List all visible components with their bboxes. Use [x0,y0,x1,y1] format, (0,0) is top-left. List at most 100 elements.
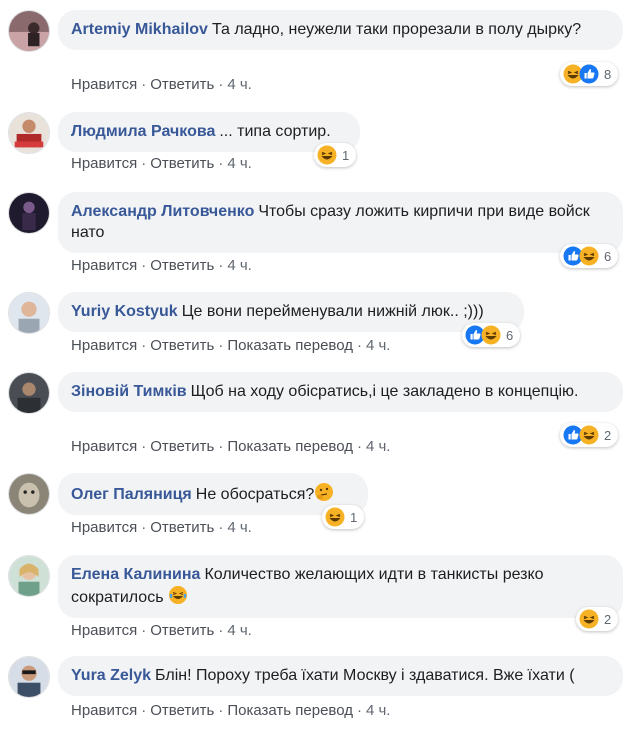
translate-link[interactable]: Показать перевод [227,702,353,719]
like-link[interactable]: Нравится [71,702,137,719]
comment-bubble: Artemiy Mikhailov Та ладно, неужели таки … [58,10,623,50]
reaction-count: 2 [604,427,612,443]
like-icon [579,64,599,84]
separator: · [356,702,362,719]
separator: · [218,337,224,354]
like-link[interactable]: Нравится [71,622,137,639]
reply-link[interactable]: Ответить [150,702,214,719]
separator: · [141,76,147,93]
reactions-summary[interactable]: 6 [560,244,619,268]
reply-link[interactable]: Ответить [150,438,214,455]
separator: · [141,438,147,455]
avatar[interactable] [8,372,50,414]
comment-text: Блін! Пороху треба їхати Москву і здават… [155,667,575,684]
author-name[interactable]: Александр Литовченко [71,203,254,220]
haha-icon [325,507,345,527]
reaction-count: 8 [604,66,612,82]
author-name[interactable]: Artemiy Mikhailov [71,21,208,38]
timestamp[interactable]: 4 ч. [227,622,252,639]
timestamp[interactable]: 4 ч. [366,702,391,719]
comment-text: Не обосраться? [195,486,315,503]
separator: · [218,519,224,536]
separator: · [218,622,224,639]
timestamp[interactable]: 4 ч. [366,337,391,354]
avatar[interactable] [8,10,50,52]
author-name[interactable]: Елена Калинина [71,566,200,583]
author-name[interactable]: Олег Паляниця [71,486,192,503]
avatar[interactable] [8,656,50,698]
reactions-summary[interactable]: 6 [462,323,521,347]
reactions-summary[interactable]: 1 [314,143,357,167]
reply-link[interactable]: Ответить [150,337,214,354]
thinking-emoji [315,483,334,501]
reply-link[interactable]: Ответить [150,76,214,93]
haha-icon [579,246,599,266]
reactions-summary[interactable]: 2 [560,423,619,447]
author-name[interactable]: Yura Zelyk [71,667,151,684]
reactions-summary[interactable]: 2 [576,607,619,631]
translate-link[interactable]: Показать перевод [227,337,353,354]
separator: · [218,257,224,274]
separator: · [218,702,224,719]
separator: · [218,155,224,172]
separator: · [141,257,147,274]
comment-actions: Нравится · Ответить · Показать перевод · 4 ч. [71,337,390,355]
avatar[interactable] [8,192,50,234]
author-name[interactable]: Yuriy Kostyuk [71,303,178,320]
author-name[interactable]: Людмила Рачкова [71,123,215,140]
comment-text: ... типа сортир. [219,123,331,140]
comment-bubble: Yuriy Kostyuk Це вони перейменували нижні… [58,292,524,332]
comment-bubble: Yura Zelyk Блін! Пороху треба їхати Москв… [58,656,623,696]
like-link[interactable]: Нравится [71,519,137,536]
reactions-summary[interactable]: 8 [560,62,619,86]
comment-actions: Нравится · Ответить · 4 ч. [71,155,252,173]
avatar[interactable] [8,292,50,334]
like-link[interactable]: Нравится [71,257,137,274]
separator: · [356,438,362,455]
reaction-count: 6 [506,327,514,343]
timestamp[interactable]: 4 ч. [227,257,252,274]
author-name[interactable]: Зіновій Тимків [71,383,187,400]
comment-text: Щоб на ходу обісратись,і це закладено в … [190,383,579,400]
timestamp[interactable]: 4 ч. [227,155,252,172]
separator: · [141,337,147,354]
comment-text: Та ладно, неужели таки прорезали в полу … [211,21,582,38]
tears-of-joy-emoji [169,586,187,604]
reaction-count: 2 [604,611,612,627]
separator: · [141,155,147,172]
haha-icon [579,609,599,629]
avatar[interactable] [8,555,50,597]
comment-bubble: Елена Калинина Количество желающих идти в… [58,555,623,618]
reply-link[interactable]: Ответить [150,155,214,172]
reply-link[interactable]: Ответить [150,622,214,639]
reactions-summary[interactable]: 1 [322,505,365,529]
avatar[interactable] [8,112,50,154]
timestamp[interactable]: 4 ч. [227,519,252,536]
timestamp[interactable]: 4 ч. [366,438,391,455]
reply-link[interactable]: Ответить [150,519,214,536]
like-link[interactable]: Нравится [71,76,137,93]
haha-icon [481,325,501,345]
like-link[interactable]: Нравится [71,337,137,354]
avatar[interactable] [8,473,50,515]
comment-bubble: Зіновій Тимків Щоб на ходу обісратись,і ц… [58,372,623,412]
separator: · [218,76,224,93]
comment-actions: Нравится · Ответить · Показать перевод · 4 ч. [71,438,390,456]
separator: · [141,519,147,536]
separator: · [141,622,147,639]
reaction-count: 1 [350,509,358,525]
comment-bubble: Александр Литовченко Чтобы сразу ложить к… [58,192,623,253]
translate-link[interactable]: Показать перевод [227,438,353,455]
comment-actions: Нравится · Ответить · 4 ч. [71,76,252,94]
comment-bubble: Олег Паляниця Не обосраться? [58,473,368,515]
comment-text: Це вони перейменували нижній люк.. ;))) [181,303,484,320]
reply-link[interactable]: Ответить [150,257,214,274]
haha-icon [579,425,599,445]
separator: · [141,702,147,719]
like-link[interactable]: Нравится [71,155,137,172]
timestamp[interactable]: 4 ч. [227,76,252,93]
comment-bubble: Людмила Рачкова... типа сортир. [58,112,360,152]
comment-actions: Нравится · Ответить · Показать перевод · 4 ч. [71,702,390,720]
separator: · [218,438,224,455]
like-link[interactable]: Нравится [71,438,137,455]
